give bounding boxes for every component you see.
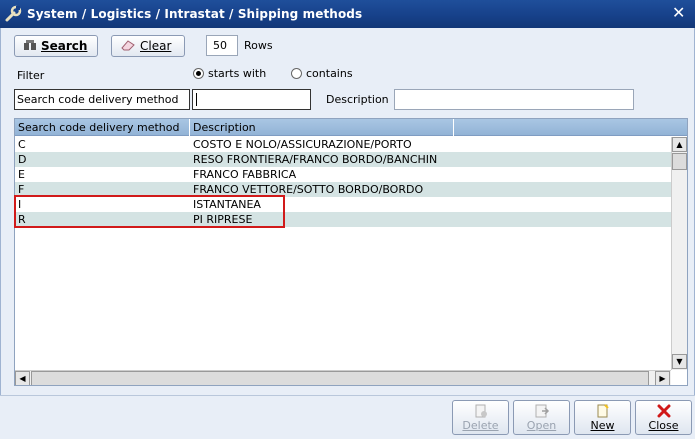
binoculars-icon [23, 39, 37, 54]
column-header-empty [454, 119, 687, 136]
rows-label: Rows [244, 39, 273, 52]
cell-code: D [18, 153, 27, 166]
radio-contains[interactable]: contains [291, 67, 353, 80]
table-row[interactable]: E FRANCO FABBRICA [15, 167, 671, 182]
table-row[interactable]: C COSTO E NOLO/ASSICURAZIONE/PORTO [15, 137, 671, 152]
wrench-icon [5, 5, 22, 22]
cell-description: PI RIPRESE [193, 213, 253, 226]
eraser-icon [120, 39, 136, 54]
cell-code: F [18, 183, 25, 196]
delete-button[interactable]: Delete [452, 400, 509, 435]
delete-button-label: Delete [462, 419, 499, 432]
radio-contains-label: contains [306, 67, 353, 80]
scroll-right-icon[interactable]: ▶ [655, 371, 670, 385]
radio-starts-with-dot[interactable] [193, 68, 204, 79]
close-button[interactable]: Close [635, 400, 692, 435]
horizontal-scrollbar[interactable]: ◀ ▶ [15, 370, 671, 385]
cell-description: ISTANTANEA [193, 198, 261, 211]
search-button[interactable]: Search [14, 35, 98, 57]
open-button-label: Open [526, 419, 557, 432]
radio-starts-with[interactable]: starts with [193, 67, 266, 80]
cell-description: FRANCO VETTORE/SOTTO BORDO/BORDO [193, 183, 424, 196]
window-title: System / Logistics / Intrastat / Shippin… [27, 7, 363, 21]
description-search-input[interactable] [394, 89, 634, 110]
cell-description: FRANCO FABBRICA [193, 168, 297, 181]
results-grid: Search code delivery method Description … [14, 118, 688, 386]
scroll-down-icon[interactable]: ▼ [672, 354, 687, 369]
new-document-icon [597, 404, 609, 418]
title-bar: System / Logistics / Intrastat / Shippin… [0, 0, 695, 28]
cell-code: I [18, 198, 22, 211]
scroll-left-icon[interactable]: ◀ [15, 371, 30, 385]
radio-starts-with-label: starts with [208, 67, 267, 80]
code-search-input[interactable] [192, 89, 311, 110]
clear-button-label: Clear [140, 39, 172, 53]
radio-contains-dot[interactable] [291, 68, 302, 79]
cell-code: C [18, 138, 26, 151]
text-cursor [196, 93, 197, 106]
vertical-scroll-thumb[interactable] [672, 153, 687, 170]
open-document-icon [535, 404, 549, 418]
code-field-label: Search code delivery method [17, 93, 179, 106]
new-button[interactable]: New [574, 400, 631, 435]
grid-header: Search code delivery method Description [15, 119, 687, 136]
cell-description: RESO FRONTIERA/FRANCO BORDO/BANCHIN [193, 153, 438, 166]
column-header-code[interactable]: Search code delivery method [15, 119, 190, 136]
vertical-scrollbar[interactable]: ▲ ▼ [671, 137, 687, 370]
close-button-label: Close [648, 419, 679, 432]
rows-input[interactable]: 50 [206, 35, 238, 56]
horizontal-scroll-thumb[interactable] [31, 371, 649, 385]
open-button[interactable]: Open [513, 400, 570, 435]
table-row[interactable]: D RESO FRONTIERA/FRANCO BORDO/BANCHIN [15, 152, 671, 167]
description-field-label: Description [326, 93, 389, 106]
window-close-icon[interactable]: ✕ [672, 3, 685, 22]
cell-code: E [18, 168, 25, 181]
cell-code: R [18, 213, 26, 226]
search-button-label: Search [41, 39, 88, 53]
column-header-description[interactable]: Description [190, 119, 454, 136]
close-icon [657, 404, 670, 418]
delete-document-icon [475, 404, 487, 418]
table-row[interactable]: I ISTANTANEA [15, 197, 671, 212]
filter-label: Filter [17, 69, 45, 82]
code-label-box: Search code delivery method [14, 89, 190, 110]
scroll-up-icon[interactable]: ▲ [672, 137, 687, 152]
cell-description: COSTO E NOLO/ASSICURAZIONE/PORTO [193, 138, 412, 151]
new-button-label: New [590, 419, 615, 432]
table-row[interactable]: F FRANCO VETTORE/SOTTO BORDO/BORDO [15, 182, 671, 197]
clear-button[interactable]: Clear [111, 35, 185, 57]
table-row[interactable]: R PI RIPRESE [15, 212, 671, 227]
